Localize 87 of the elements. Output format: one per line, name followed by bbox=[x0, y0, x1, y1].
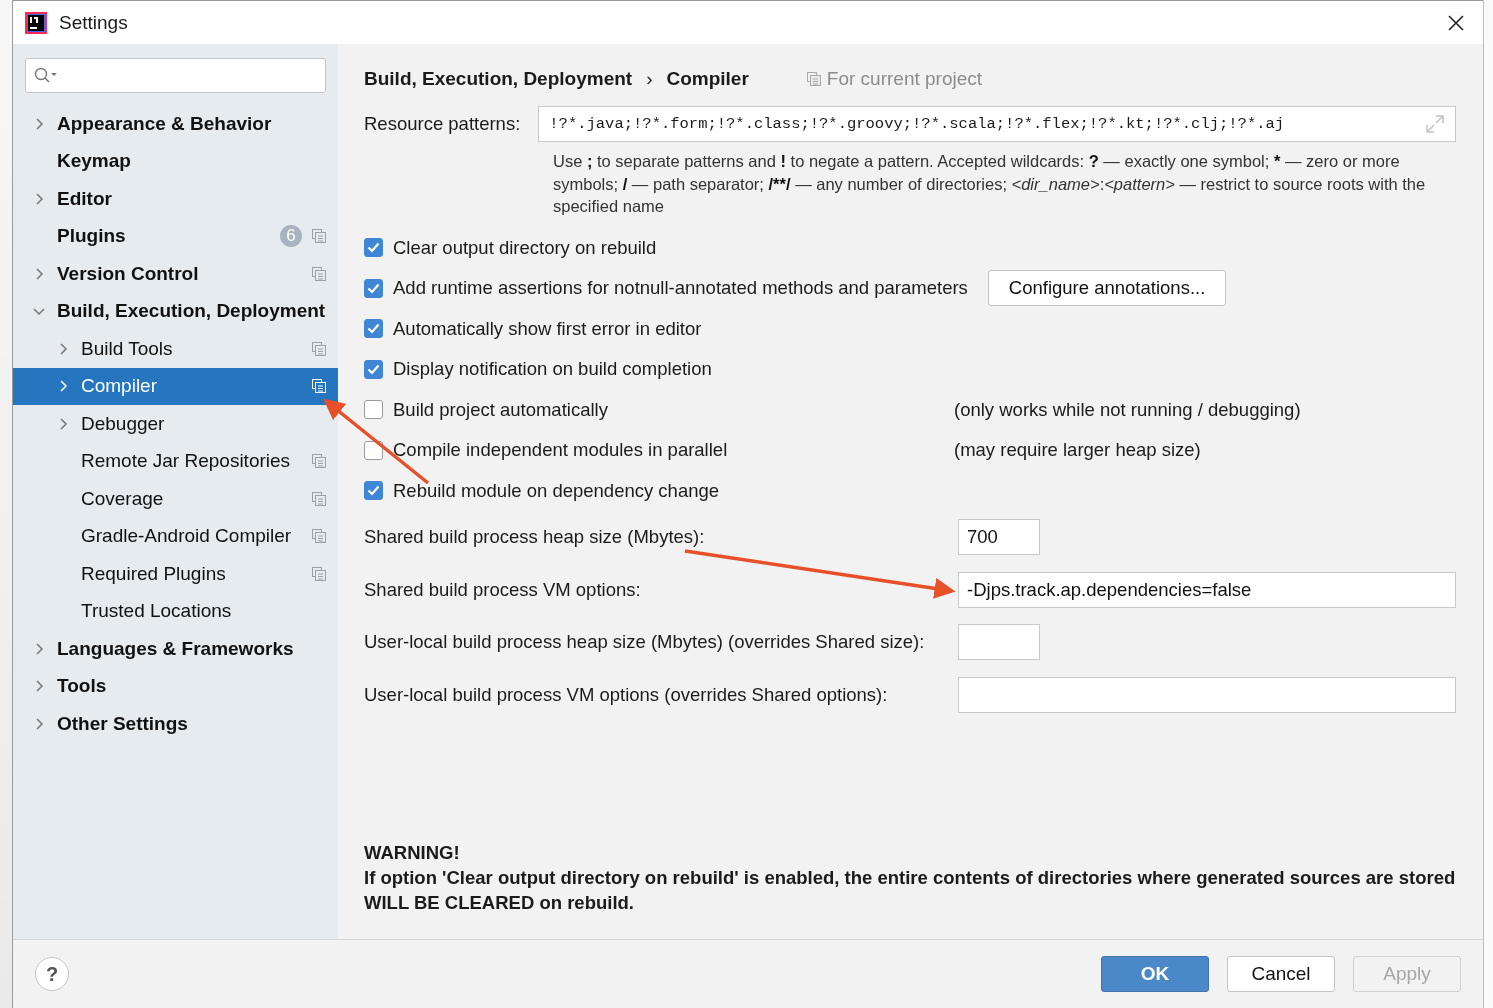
checkbox-label: Display notification on build completion bbox=[393, 358, 712, 381]
input-field[interactable]: 700 bbox=[958, 519, 1040, 556]
field-label: User-local build process VM options (overrides Shared options): bbox=[364, 683, 889, 706]
checkbox[interactable] bbox=[364, 481, 383, 501]
tree-item-label: Languages & Frameworks bbox=[57, 637, 295, 660]
count-badge: 6 bbox=[280, 225, 302, 248]
tree-item[interactable]: Build, Execution, Deployment bbox=[13, 292, 338, 330]
tree-item-label: Trusted Locations bbox=[81, 600, 233, 623]
tree-item[interactable]: Trusted Locations bbox=[13, 592, 338, 630]
project-scope-icon bbox=[806, 72, 821, 86]
tree-item[interactable]: Build Tools bbox=[13, 330, 338, 368]
app-logo-icon bbox=[25, 11, 47, 34]
chevron-right-icon[interactable] bbox=[33, 680, 45, 693]
tree-item[interactable]: Remote Jar Repositories bbox=[13, 442, 338, 480]
tree-item-label: Debugger bbox=[81, 412, 166, 435]
dialog-button[interactable]: Cancel bbox=[1227, 956, 1335, 992]
tree-item-label: Build Tools bbox=[81, 337, 174, 360]
dialog-button[interactable]: OK bbox=[1101, 956, 1209, 992]
field-label: User-local build process heap size (Mbytes) (overrides Shared size): bbox=[364, 631, 926, 654]
checkbox-label: Clear output directory on rebuild bbox=[393, 236, 657, 259]
warning-text: If option 'Clear output directory on rebuild' is enabled, the entire contents of directories where generated sources are stored WILL BE CLEARED on rebuild. bbox=[364, 866, 1456, 915]
input-field[interactable] bbox=[958, 624, 1040, 661]
tree-item[interactable]: Gradle-Android Compiler bbox=[13, 517, 338, 555]
field-label: Shared build process VM options: bbox=[364, 578, 642, 601]
warning-title: WARNING! bbox=[364, 841, 461, 865]
tree-item[interactable]: Tools bbox=[13, 667, 338, 705]
option-note: (may require larger heap size) bbox=[954, 439, 1202, 462]
chevron-right-icon[interactable] bbox=[33, 642, 45, 655]
chevron-down-icon[interactable] bbox=[33, 305, 45, 318]
checkbox[interactable] bbox=[364, 319, 383, 339]
tree-item[interactable]: Required Plugins bbox=[13, 555, 338, 593]
checkbox-label: Rebuild module on dependency change bbox=[393, 479, 720, 502]
chevron-right-icon[interactable] bbox=[57, 342, 69, 355]
tree-item[interactable]: Keymap bbox=[13, 142, 338, 180]
tree-item[interactable]: Editor bbox=[13, 180, 338, 218]
tree-item-label: Other Settings bbox=[57, 712, 189, 735]
checkbox[interactable] bbox=[364, 400, 383, 420]
tree-item-label: Remote Jar Repositories bbox=[81, 450, 292, 473]
input-field[interactable] bbox=[958, 676, 1456, 713]
checkbox[interactable] bbox=[364, 278, 383, 298]
tree-item-label: Keymap bbox=[57, 150, 132, 173]
tree-item-label: Plugins bbox=[57, 225, 127, 248]
checkbox-label: Add runtime assertions for notnull-annotated methods and parameters bbox=[393, 277, 968, 300]
option-note: (only works while not running / debugging) bbox=[954, 398, 1302, 421]
tree-item-label: Version Control bbox=[57, 262, 200, 285]
checkbox[interactable] bbox=[364, 359, 383, 379]
checkbox[interactable] bbox=[364, 238, 383, 258]
tree-item-label: Editor bbox=[57, 187, 113, 210]
breadcrumb-separator: › bbox=[646, 68, 653, 90]
help-text: Use ; to separate patterns and ! to negate a pattern. Accepted wildcards: ? — exactly one symbol; * — zero or more symbols; / — path separator; /**/ — any number of directories; <dir_name>:<pattern> — restrict to source roots with the specified name bbox=[553, 151, 1427, 217]
checkbox-label: Automatically show first error in editor bbox=[393, 317, 702, 340]
resource-patterns-field[interactable]: !?*.java;!?*.form;!?*.class;!?*.groovy;!?*.scala;!?*.flex;!?*.kt;!?*.clj;!?*.aj bbox=[538, 106, 1456, 142]
tree-item-label: Build, Execution, Deployment bbox=[57, 300, 326, 323]
close-icon bbox=[1447, 13, 1465, 32]
window-title: Settings bbox=[59, 11, 129, 34]
tree-item-label: Appearance & Behavior bbox=[57, 112, 273, 135]
chevron-right-icon[interactable] bbox=[57, 417, 69, 430]
chevron-right-icon[interactable] bbox=[33, 267, 45, 280]
search-field[interactable] bbox=[25, 58, 326, 93]
tree-item[interactable]: Other Settings bbox=[13, 705, 338, 743]
tree-item[interactable]: Appearance & Behavior bbox=[13, 105, 338, 143]
input-field[interactable]: -Djps.track.ap.dependencies=false bbox=[958, 571, 1456, 608]
tree-item[interactable]: Languages & Frameworks bbox=[13, 630, 338, 668]
checkbox-label: Compile independent modules in parallel bbox=[393, 439, 728, 462]
chevron-right-icon[interactable] bbox=[57, 380, 69, 393]
field-label: Shared build process heap size (Mbytes): bbox=[364, 526, 706, 549]
tree-item-label: Coverage bbox=[81, 487, 165, 510]
tree-item[interactable]: Plugins 6 bbox=[13, 217, 338, 255]
tree-item-label: Gradle-Android Compiler bbox=[81, 525, 293, 548]
checkbox-label: Build project automatically bbox=[393, 398, 608, 421]
scope-label: For current project bbox=[826, 68, 983, 90]
configure-button[interactable]: Configure annotations... bbox=[987, 270, 1227, 307]
breadcrumb-item: Build, Execution, Deployment bbox=[364, 68, 633, 90]
tree-item-label: Tools bbox=[57, 675, 108, 698]
chevron-right-icon[interactable] bbox=[33, 192, 45, 205]
field-label: Resource patterns: bbox=[364, 113, 521, 135]
tree-item[interactable]: Version Control bbox=[13, 255, 338, 293]
tree-item[interactable]: Debugger bbox=[13, 405, 338, 443]
search-icon bbox=[34, 66, 58, 85]
breadcrumb-item: Compiler bbox=[666, 68, 749, 90]
tree-item-label: Required Plugins bbox=[81, 562, 227, 585]
help-button[interactable]: ? bbox=[35, 957, 69, 991]
chevron-right-icon[interactable] bbox=[33, 717, 45, 730]
tree-item[interactable]: Compiler bbox=[13, 367, 338, 405]
tree-item[interactable]: Coverage bbox=[13, 480, 338, 518]
tree-item-label: Compiler bbox=[81, 375, 159, 398]
chevron-right-icon[interactable] bbox=[33, 117, 45, 130]
